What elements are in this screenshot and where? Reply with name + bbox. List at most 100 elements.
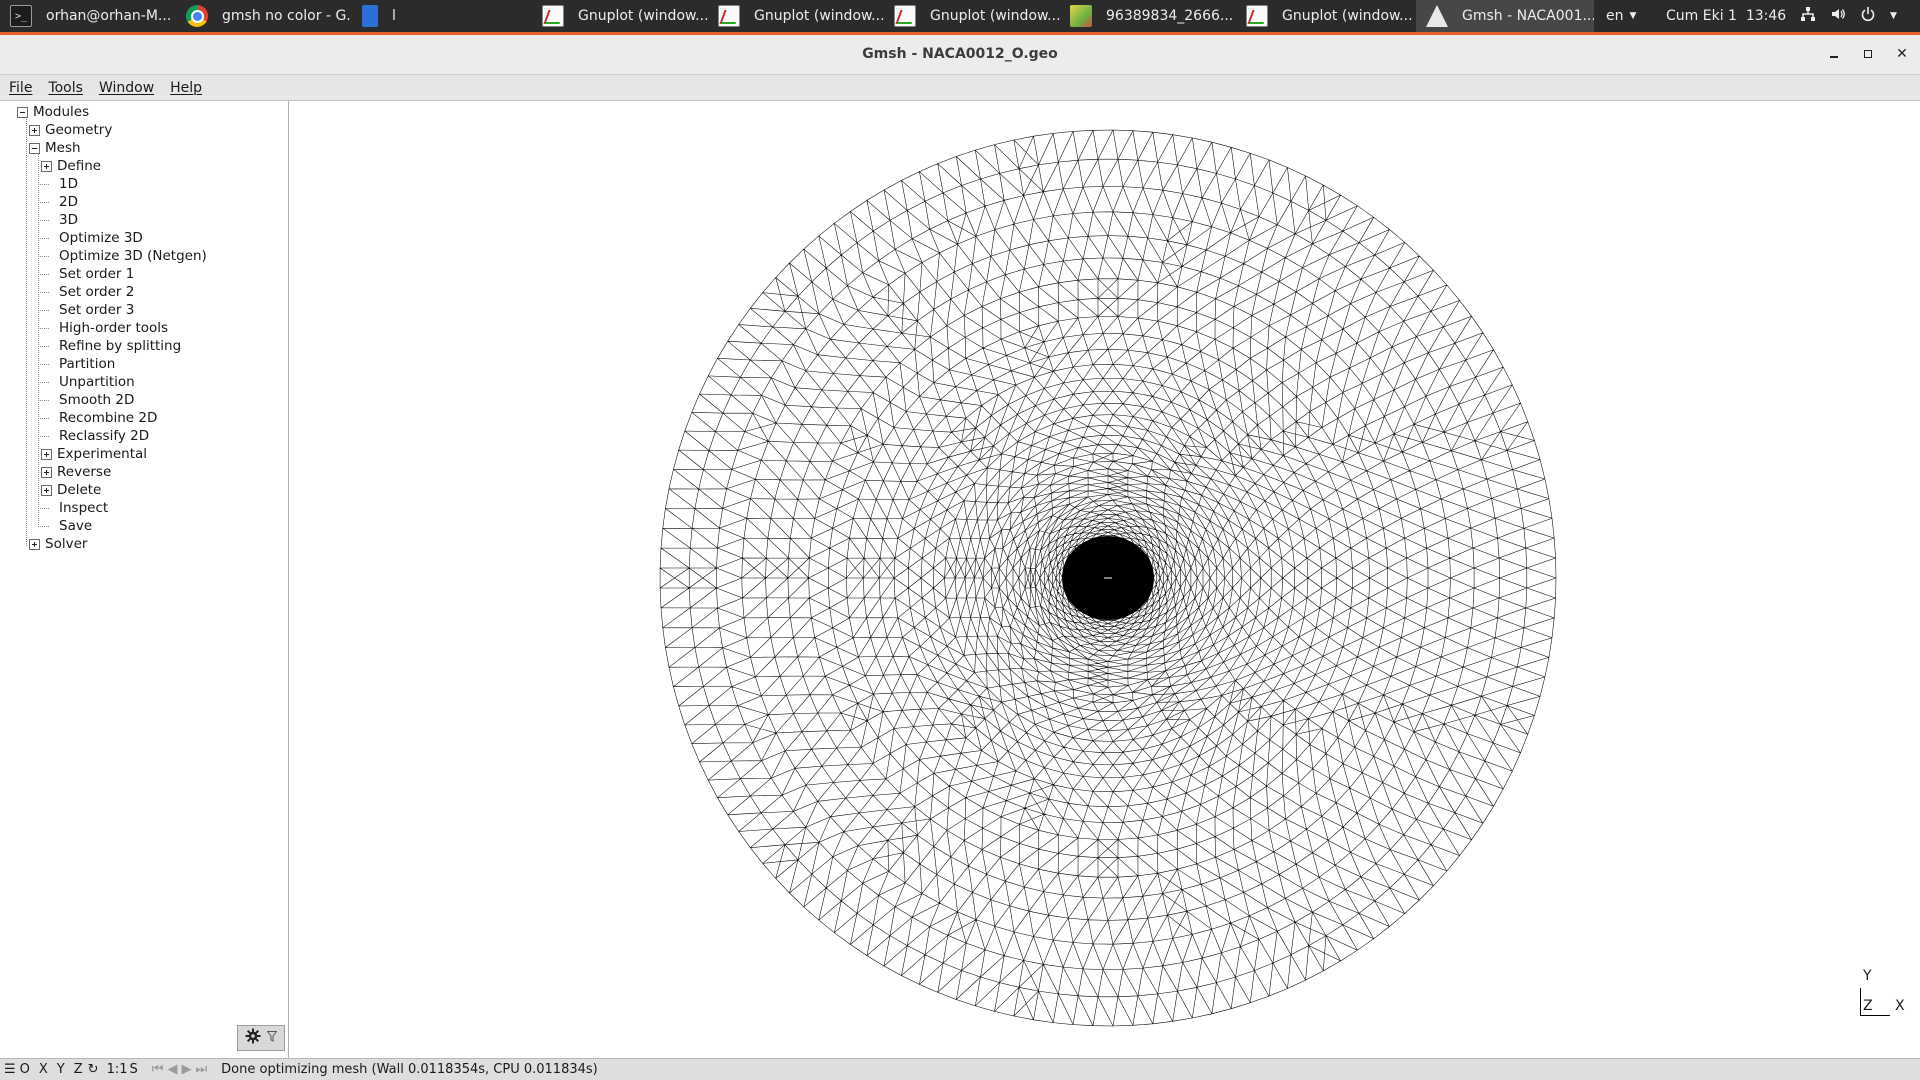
task-label: Gmsh - NACA001... — [1462, 8, 1594, 24]
terminal-icon: >_ — [10, 5, 32, 27]
language-indicator[interactable]: en ▼ — [1606, 0, 1636, 32]
tree-node-define[interactable]: Define — [41, 157, 101, 175]
window-titlebar: Gmsh - NACA0012_O.geo ✕ — [0, 35, 1920, 75]
expand-icon[interactable] — [41, 466, 52, 478]
axis-z-label: Z — [1863, 998, 1873, 1014]
tree-node-1d[interactable]: 1D — [38, 175, 78, 193]
tree-label: Reverse — [57, 464, 112, 480]
axis-x-label: X — [1895, 998, 1905, 1014]
tree-guide-line — [26, 116, 27, 546]
gnuplot-icon — [1246, 5, 1268, 27]
scale-button[interactable]: S — [129, 1062, 137, 1077]
task-terminal[interactable]: >_ orhan@orhan-M... — [0, 0, 176, 32]
volume-icon[interactable] — [1830, 6, 1846, 26]
maximize-button[interactable] — [1857, 43, 1879, 65]
task-label: Gnuplot (window... — [1282, 8, 1412, 24]
menu-tools[interactable]: Tools — [48, 80, 83, 96]
status-bar: ☰ O X Y Z ↻ 1:1 S ⏮ ◀ ▶ ⏭ Done optimizin… — [0, 1058, 1920, 1080]
tree-node-2d[interactable]: 2D — [38, 193, 78, 211]
task-image-viewer[interactable]: 96389834_2666... — [1060, 0, 1236, 32]
tree-node-solver[interactable]: Solver — [29, 535, 87, 553]
expand-icon[interactable] — [41, 484, 52, 496]
play-icon[interactable]: ▶ — [181, 1062, 191, 1077]
expand-icon[interactable] — [29, 124, 40, 136]
tree-node-mesh[interactable]: Mesh — [29, 139, 81, 157]
tree-label: Save — [59, 518, 93, 534]
tree-node-high-order-tools[interactable]: High-order tools — [38, 319, 168, 337]
tree-label: Set order 3 — [59, 302, 135, 318]
tree-node-3d[interactable]: 3D — [38, 211, 78, 229]
task-gnuplot-3[interactable]: Gnuplot (window... — [884, 0, 1060, 32]
axis-y-label: Y — [1863, 968, 1872, 984]
tree-label: 2D — [59, 194, 78, 210]
tree-node-geometry[interactable]: Geometry — [29, 121, 112, 139]
view-origin-button[interactable]: O — [20, 1062, 30, 1077]
view-y-button[interactable]: Y — [57, 1062, 65, 1077]
chevron-down-icon[interactable]: ▼ — [1890, 11, 1897, 21]
tree-node-delete[interactable]: Delete — [41, 481, 101, 499]
menu-help[interactable]: Help — [170, 80, 202, 96]
clock[interactable]: Cum Eki 1 13:46 — [1666, 0, 1786, 32]
tree-label: Define — [57, 158, 102, 174]
tree-label: Recombine 2D — [59, 410, 158, 426]
tree-label: 3D — [59, 212, 78, 228]
task-label: Gnuplot (window... — [754, 8, 884, 24]
tree-node-reclassify-2d[interactable]: Reclassify 2D — [38, 427, 149, 445]
close-button[interactable]: ✕ — [1891, 43, 1913, 65]
tree-node-unpartition[interactable]: Unpartition — [38, 373, 135, 391]
view-x-button[interactable]: X — [39, 1062, 48, 1077]
gmsh-icon — [1426, 5, 1448, 27]
last-step-icon[interactable]: ⏭ — [195, 1062, 207, 1077]
options-menu-button[interactable] — [237, 1025, 285, 1051]
gnuplot-icon — [542, 5, 564, 27]
expand-icon[interactable] — [29, 538, 40, 550]
tree-label: Unpartition — [59, 374, 135, 390]
task-document[interactable]: l — [352, 0, 528, 32]
tree-label: Refine by splitting — [59, 338, 182, 354]
graphics-canvas[interactable] — [290, 101, 1920, 1058]
maximize-icon — [1864, 50, 1872, 58]
menu-file[interactable]: File — [9, 80, 32, 96]
tree-node-modules[interactable]: Modules — [17, 103, 89, 121]
expand-icon[interactable] — [41, 160, 52, 172]
task-gnuplot-4[interactable]: Gnuplot (window... — [1236, 0, 1412, 32]
menu-toggle-icon[interactable]: ☰ — [4, 1062, 16, 1077]
task-chrome[interactable]: gmsh no color - G... — [176, 0, 352, 32]
expand-icon[interactable] — [41, 448, 52, 460]
power-icon[interactable] — [1860, 6, 1876, 26]
tree-node-set-order-1[interactable]: Set order 1 — [38, 265, 134, 283]
collapse-icon[interactable] — [29, 142, 40, 154]
tree-node-optimize-3d[interactable]: Optimize 3D — [38, 229, 143, 247]
tree-node-reverse[interactable]: Reverse — [41, 463, 111, 481]
view-z-button[interactable]: Z — [74, 1062, 83, 1077]
tree-node-partition[interactable]: Partition — [38, 355, 115, 373]
tree-node-refine-by-splitting[interactable]: Refine by splitting — [38, 337, 181, 355]
tree-node-set-order-3[interactable]: Set order 3 — [38, 301, 134, 319]
collapse-icon[interactable] — [17, 106, 28, 118]
task-label: 96389834_2666... — [1106, 8, 1234, 24]
tree-node-experimental[interactable]: Experimental — [41, 445, 147, 463]
tree-node-smooth-2d[interactable]: Smooth 2D — [38, 391, 134, 409]
clock-label: Cum Eki 1 13:46 — [1666, 8, 1787, 24]
tree-node-set-order-2[interactable]: Set order 2 — [38, 283, 134, 301]
menu-bar: File Tools Window Help — [0, 75, 1920, 101]
minimize-button[interactable] — [1823, 43, 1845, 65]
tree-label: 1D — [59, 176, 78, 192]
task-gnuplot-2[interactable]: Gnuplot (window... — [708, 0, 884, 32]
minimize-icon — [1830, 56, 1838, 58]
scale-1-1-button[interactable]: 1:1 — [107, 1062, 128, 1077]
rotate-icon[interactable]: ↻ — [88, 1062, 99, 1077]
tree-node-inspect[interactable]: Inspect — [38, 499, 108, 517]
task-gmsh[interactable]: Gmsh - NACA001... — [1416, 0, 1594, 32]
previous-step-icon[interactable]: ◀ — [167, 1062, 177, 1077]
tree-node-optimize-3d-netgen[interactable]: Optimize 3D (Netgen) — [38, 247, 207, 265]
network-icon[interactable] — [1800, 6, 1816, 26]
tree-node-save[interactable]: Save — [38, 517, 92, 535]
tree-label: Optimize 3D (Netgen) — [59, 248, 207, 264]
axes-indicator: Y Z X — [1855, 968, 1905, 1020]
first-step-icon[interactable]: ⏮ — [152, 1062, 164, 1077]
task-gnuplot-1[interactable]: Gnuplot (window... — [532, 0, 708, 32]
filter-icon — [266, 1030, 278, 1046]
tree-node-recombine-2d[interactable]: Recombine 2D — [38, 409, 157, 427]
menu-window[interactable]: Window — [99, 80, 154, 96]
